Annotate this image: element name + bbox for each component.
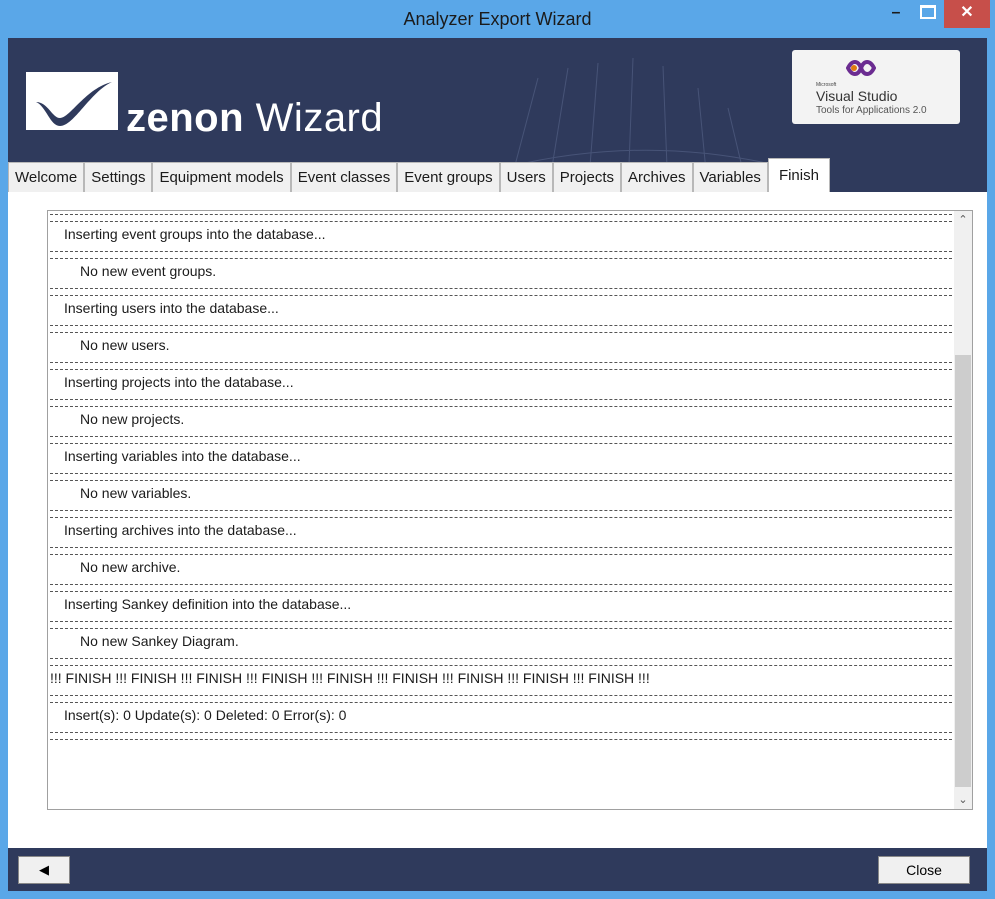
log-line: Inserting event groups into the database…	[64, 226, 326, 242]
vs-title: Visual Studio	[816, 88, 898, 104]
log-line: Inserting Sankey definition into the dat…	[64, 596, 352, 612]
scrollbar-thumb[interactable]	[955, 355, 971, 787]
scroll-down-icon[interactable]: ⌄	[954, 791, 972, 809]
scroll-up-icon[interactable]: ⌃	[954, 211, 972, 229]
logo-suffix: Wizard	[255, 96, 384, 140]
log-line: No new event groups.	[80, 263, 217, 279]
back-button[interactable]: ◀	[18, 856, 70, 884]
close-button[interactable]: Close	[878, 856, 970, 884]
zenon-logo-icon	[26, 72, 118, 130]
tab-variables[interactable]: Variables	[692, 162, 768, 192]
tab-event-groups[interactable]: Event groups	[397, 162, 500, 192]
tab-welcome[interactable]: Welcome	[8, 162, 85, 192]
log-separator	[50, 362, 952, 370]
log-separator	[50, 658, 952, 666]
log-line: Inserting projects into the database...	[64, 374, 294, 390]
log-line: No new Sankey Diagram.	[80, 633, 239, 649]
tab-archives[interactable]: Archives	[620, 162, 693, 192]
visual-studio-icon	[846, 60, 876, 76]
maximize-icon	[920, 4, 936, 19]
log-separator	[50, 732, 952, 740]
log-separator	[50, 251, 952, 259]
log-line: No new variables.	[80, 485, 192, 501]
log-separator	[50, 325, 952, 333]
log-line: Inserting archives into the database...	[64, 522, 297, 538]
client-area: zenon Wizard Microsoft Visual Studio Too…	[8, 38, 987, 891]
log-separator	[50, 695, 952, 703]
tab-projects[interactable]: Projects	[552, 162, 621, 192]
tab-event-classes[interactable]: Event classes	[290, 162, 398, 192]
footer-bar: ◀ Close	[8, 848, 987, 891]
title-bar[interactable]: Analyzer Export Wizard – ✕	[0, 0, 995, 38]
wizard-logo-text: zenon Wizard	[126, 96, 383, 141]
tab-users[interactable]: Users	[499, 162, 553, 192]
log-separator	[50, 399, 952, 407]
log-separator	[50, 436, 952, 444]
tab-settings[interactable]: Settings	[84, 162, 153, 192]
log-line: No new users.	[80, 337, 170, 353]
tab-equipment-models[interactable]: Equipment models	[152, 162, 291, 192]
log-separator	[50, 473, 952, 481]
minimize-button[interactable]: –	[880, 0, 912, 28]
logo-prefix: zenon	[126, 96, 245, 140]
log-content: Inserting event groups into the database…	[50, 211, 952, 740]
log-finish-line: !!! FINISH !!! FINISH !!! FINISH !!! FIN…	[50, 670, 650, 686]
visual-studio-badge: Microsoft Visual Studio Tools for Applic…	[792, 50, 960, 124]
window-title: Analyzer Export Wizard	[403, 9, 592, 29]
log-line: Inserting users into the database...	[64, 300, 279, 316]
tab-finish[interactable]: Finish	[767, 158, 830, 192]
vertical-scrollbar[interactable]: ⌃ ⌄	[954, 211, 972, 809]
log-output[interactable]: Inserting event groups into the database…	[47, 210, 973, 810]
close-window-button[interactable]: ✕	[944, 0, 990, 28]
log-separator	[50, 584, 952, 592]
log-separator	[50, 214, 952, 222]
log-separator	[50, 547, 952, 555]
log-separator	[50, 288, 952, 296]
log-line: No new projects.	[80, 411, 185, 427]
log-line: No new archive.	[80, 559, 181, 575]
wizard-tabs: Welcome Settings Equipment models Event cla…	[8, 151, 830, 192]
log-line: Inserting variables into the database...	[64, 448, 301, 464]
wizard-window: Analyzer Export Wizard – ✕ zenon Wizard	[0, 0, 995, 899]
log-separator	[50, 510, 952, 518]
maximize-button[interactable]	[912, 0, 944, 28]
log-line: Insert(s): 0 Update(s): 0 Deleted: 0 Err…	[64, 707, 347, 723]
vs-subtitle: Tools for Applications 2.0	[816, 105, 927, 116]
log-separator	[50, 621, 952, 629]
